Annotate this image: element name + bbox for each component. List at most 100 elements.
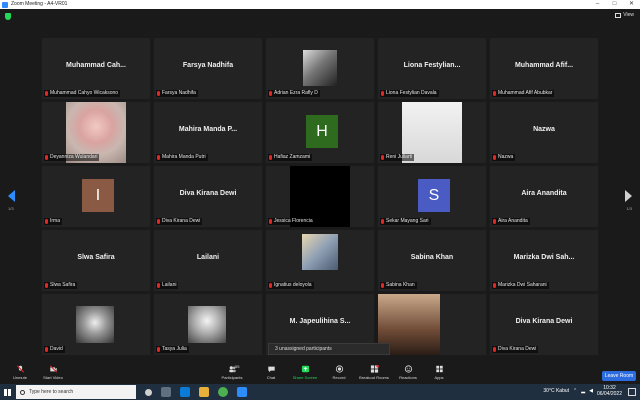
record-button[interactable]: Record [319, 365, 359, 380]
participant-display-name: Nazwa [533, 126, 555, 133]
zoom-window: Zoom Meeting - A4-VR01 – □ ✕ View 1/3 1/… [0, 0, 640, 400]
window-controls: – □ ✕ [589, 0, 640, 9]
participant-video-image [303, 50, 337, 86]
participant-name-text: Reni Juliarti [386, 154, 413, 160]
participant-name-text: Liona Festylian Davala [386, 90, 437, 96]
minimize-button[interactable]: – [589, 0, 606, 9]
zoom-app-icon [2, 1, 8, 8]
leave-room-button[interactable]: Leave Room [602, 371, 636, 381]
participant-tile[interactable]: David [42, 294, 150, 355]
clock-date: 06/04/2022 [596, 391, 622, 397]
participant-video-image [302, 234, 338, 270]
view-button[interactable]: View [615, 12, 634, 18]
participants-label: Participants [221, 375, 243, 380]
participant-tile[interactable]: H Hafiaz Zamzami [266, 102, 374, 163]
participant-tile[interactable]: Farsya Nadhifa Farsya Nadhifa [154, 38, 262, 99]
participant-tile[interactable]: Diva Kirana Dewi Diva Kirana Dewi [154, 166, 262, 227]
weather-status[interactable]: 30°C Kabut [543, 388, 569, 394]
notification-icon[interactable] [628, 388, 636, 396]
clock[interactable]: 10:32 06/04/2022 [597, 385, 622, 397]
participant-name-label: Reni Juliarti [380, 154, 415, 161]
gallery-grid: Muhammad Cah... Muhammad Cahyo Wicaksono F… [42, 38, 598, 355]
participant-tile[interactable]: I Irma [42, 166, 150, 227]
participant-tile[interactable]: Liona Festylian... Liona Festylian Davala [378, 38, 486, 99]
participant-display-name: Aira Ananditа [521, 190, 567, 197]
participant-tile[interactable]: Ignatius deloyola [266, 230, 374, 291]
participant-tile[interactable]: Reni Juliarti [378, 102, 486, 163]
microphone-muted-icon [269, 155, 272, 160]
zoom-taskbar-icon[interactable] [237, 387, 247, 397]
participant-tile[interactable]: Diva Kirana Dewi Diva Kirana Dewi [490, 294, 598, 355]
participant-name-label: Diva Kirana Dewi [492, 346, 539, 353]
participant-tile[interactable]: Muhammad Cah... Muhammad Cahyo Wicaksono [42, 38, 150, 99]
cortana-icon[interactable] [145, 388, 152, 396]
participant-display-name: Mahira Manda P... [178, 126, 238, 133]
apps-icon [435, 365, 443, 373]
close-button[interactable]: ✕ [623, 0, 640, 9]
participant-display-name: M. Japeulihina S... [289, 318, 351, 325]
microphone-muted-icon [381, 91, 384, 96]
microphone-muted-icon [381, 219, 384, 224]
microphone-muted-icon [269, 219, 272, 224]
breakout-rooms-icon [370, 365, 379, 373]
participant-video-image [76, 306, 114, 343]
participant-name-text: Sabina Khan [386, 282, 415, 288]
participant-tile[interactable]: Slwa Safira Slwa Safira [42, 230, 150, 291]
participant-name-text: Aira Anandita [498, 218, 528, 224]
participant-tile[interactable]: Sabina Khan Sabina Khan [378, 230, 486, 291]
file-explorer-icon[interactable] [199, 387, 209, 397]
participant-name-label: Slwa Safira [44, 282, 78, 289]
system-tray: 30°C Kabut ⌃ ▂ ◀ 10:32 06/04/2022 [543, 385, 622, 397]
participant-tile[interactable]: Lailani Lailani [154, 230, 262, 291]
participant-tile[interactable]: S Sekar Mayang Sari [378, 166, 486, 227]
participant-tile[interactable]: Jessica Florencia [266, 166, 374, 227]
participants-button[interactable]: 55 Participants [212, 364, 252, 380]
chrome-icon[interactable] [218, 387, 228, 397]
participant-tile[interactable]: Nazwa Nazwa [490, 102, 598, 163]
network-icon[interactable]: ▂ [581, 388, 585, 394]
maximize-button[interactable]: □ [606, 0, 623, 9]
participant-avatar: S [418, 179, 450, 212]
participant-display-name: Diva Kirana Dewi [179, 190, 237, 197]
participant-tile[interactable]: Adrian Ezra Rafly D [266, 38, 374, 99]
record-label: Record [332, 375, 346, 380]
task-view-icon[interactable] [161, 387, 171, 397]
unassigned-participants-tooltip: 3 unassigned participants [268, 343, 390, 355]
microphone-muted-icon [269, 283, 272, 288]
previous-page-arrow-icon[interactable] [8, 190, 15, 202]
participant-tile[interactable]: Marizka Dwi Sah... Marizka Dwi Saharani [490, 230, 598, 291]
participant-tile[interactable]: Mahira Manda P... Mahira Manda Putri [154, 102, 262, 163]
windows-taskbar: Type here to search 30°C Kabut ⌃ ▂ ◀ 10:… [0, 384, 640, 400]
taskbar-search-box[interactable]: Type here to search [16, 385, 136, 399]
participant-name-label: Liona Festylian Davala [380, 90, 439, 97]
microphone-muted-icon [157, 219, 160, 224]
participant-name-text: David [50, 346, 63, 352]
participant-display-name: Lailani [196, 254, 220, 261]
windows-start-button[interactable] [0, 384, 14, 400]
start-video-button[interactable]: Start Video [33, 365, 73, 380]
participant-name-label: Ignatius deloyola [268, 282, 314, 289]
participant-display-name: Muhammad Cah... [66, 62, 126, 69]
edge-icon[interactable] [180, 387, 190, 397]
microphone-muted-icon [493, 283, 496, 288]
tray-arrow-icon[interactable]: ⌃ [573, 388, 577, 394]
participant-tile[interactable]: Aira Ananditа Aira Anandita [490, 166, 598, 227]
gallery-view-icon [615, 12, 622, 18]
microphone-muted-icon [381, 283, 384, 288]
participant-tile[interactable] [378, 294, 486, 355]
volume-icon[interactable]: ◀ [589, 388, 593, 394]
participant-name-text: Irma [50, 218, 60, 224]
apps-button[interactable]: Apps [419, 365, 459, 380]
participant-name-label: Mahira Manda Putri [156, 154, 208, 161]
participant-name-text: Farsya Nadhifa [162, 90, 196, 96]
shield-icon[interactable] [5, 13, 11, 20]
next-page-arrow-icon[interactable] [625, 190, 632, 202]
microphone-muted-icon [493, 155, 496, 160]
participant-tile[interactable]: Tasya Julia [154, 294, 262, 355]
participant-name-text: Diva Kirana Dewi [498, 346, 537, 352]
participant-name-text: Tasya Julia [162, 346, 187, 352]
participant-name-label: Aira Anandita [492, 218, 530, 225]
participant-tile[interactable]: Muhammad Afif... Muhammad Afif Abubkar [490, 38, 598, 99]
participant-tile[interactable]: Deyanniza Wulandari [42, 102, 150, 163]
participants-count: 55 [235, 364, 240, 369]
